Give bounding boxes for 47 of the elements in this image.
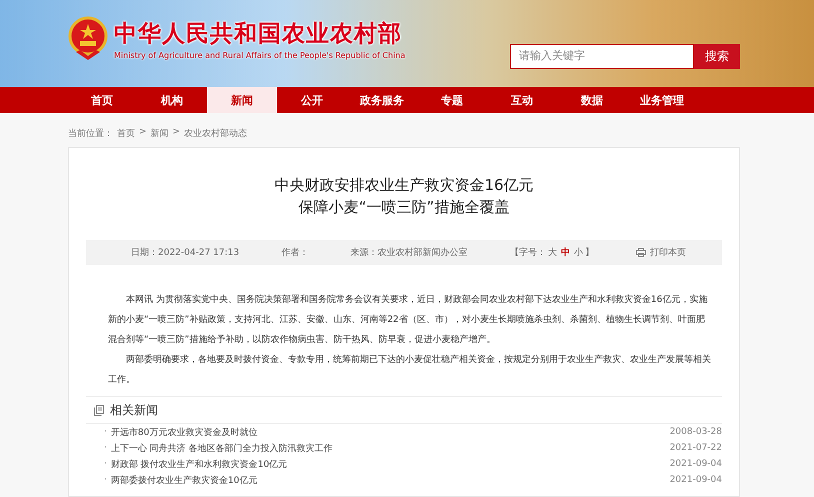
related-news-link[interactable]: 上下一心 同舟共济 各地区各部门全力投入防汛救灾工作 — [110, 442, 333, 454]
font-size-option[interactable]: 小 — [574, 248, 583, 258]
emblem-icon — [68, 16, 108, 62]
article-source: 来源：农业农村部新闻办公室 — [350, 246, 468, 259]
font-size-option[interactable]: 中 — [560, 248, 570, 258]
nav-tab[interactable]: 首页 — [67, 87, 137, 113]
news-date: 2008-03-28 — [670, 427, 722, 437]
search-field[interactable]: 请输入关键字 — [510, 44, 694, 68]
related-news-link[interactable]: 开远市80万元农业救灾资金及时就位 — [110, 426, 258, 438]
news-date: 2021-09-04 — [670, 459, 722, 469]
article-title: 中央财政安排农业生产救灾资金16亿元 保障小麦“一喷三防”措施全覆盖 — [273, 175, 535, 218]
related-news-link[interactable]: 财政部 拨付农业生产和水利救灾资金10亿元 — [110, 458, 288, 470]
breadcrumb-label: 当前位置： — [68, 128, 113, 141]
article-date: 日期：2022-04-27 17:13 — [131, 246, 240, 259]
bullet-mark: · — [104, 427, 107, 437]
article-paragraph: 两部委明确要求，各地要及时拨付资金、专款专用，统筹前期已下达的小麦促壮稳产相关资金，按规定分别用于农业生产救灾、农业生产发展等相关工作。 — [108, 353, 712, 387]
nav-tab[interactable]: 互动 — [487, 87, 557, 113]
related-news-link[interactable]: 两部委拨付农业生产救灾资金10亿元 — [110, 474, 258, 486]
bullet-mark: · — [104, 459, 107, 469]
print-link[interactable]: 打印本页 — [650, 246, 686, 259]
article-author: 作者： — [281, 246, 308, 259]
nav-tab[interactable]: 机构 — [137, 87, 207, 113]
news-date: 2021-09-04 — [670, 475, 722, 485]
font-size-bracket: 】 — [584, 248, 594, 258]
breadcrumb-link[interactable]: 首页 — [117, 127, 135, 147]
nav-tab[interactable]: 政务服务 — [347, 87, 417, 113]
breadcrumb-link[interactable]: 农业农村部动态 — [184, 127, 248, 147]
nav-tab[interactable]: 新闻 — [207, 87, 277, 113]
font-size-label: 【字号： — [510, 248, 546, 258]
breadcrumb-link[interactable]: 新闻 — [150, 127, 169, 147]
related-title: 相关新闻 — [110, 402, 158, 418]
nav-tab[interactable]: 业务管理 — [627, 87, 697, 113]
nav-tab[interactable]: 专题 — [417, 87, 487, 113]
search-button[interactable]: 搜索 — [694, 44, 740, 68]
site-title: 中华人民共和国农业农村部 — [114, 20, 403, 48]
document-icon — [94, 404, 104, 416]
bullet-mark: · — [104, 475, 107, 485]
printer-icon — [636, 248, 646, 257]
bullet-mark: · — [104, 443, 107, 453]
breadcrumb-separator: > — [139, 127, 147, 139]
article-paragraph: 本网讯 为贯彻落实党中央、国务院决策部署和国务院常务会议有关要求，近日，财政部会同农业农村部下达农业生产和水利救灾资金16亿元，实施新的小麦“一喷三防”补贴政策，支持河北、江苏、安徽、山东、河南等22省（区、市），对小麦生长期喷施杀虫剂、杀菌剂、植物生长调节剂、叶面肥混合剂等“一喷三防”措施给予补助，以防农作物病虫害、防干热风、防早衰，促进小麦稳产增产。 — [108, 294, 708, 347]
news-date: 2021-07-22 — [670, 443, 722, 453]
breadcrumb-separator: > — [172, 127, 180, 139]
nav-tab[interactable]: 数据 — [557, 87, 627, 113]
font-size-option[interactable]: 大 — [548, 248, 557, 258]
site-subtitle: Ministry of Agriculture and Rural Affairs of the People's Republic of China — [114, 50, 406, 60]
nav-tab[interactable]: 公开 — [277, 87, 347, 113]
